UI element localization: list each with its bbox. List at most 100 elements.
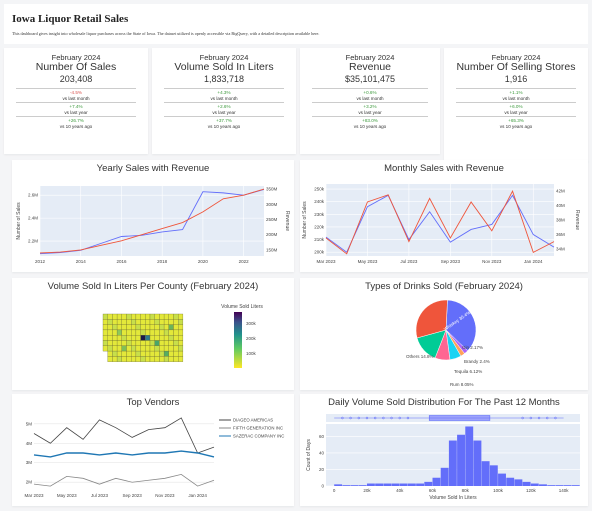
county-cell <box>168 329 174 336</box>
kpi-title: Revenue <box>348 61 392 73</box>
county-cell <box>107 345 113 352</box>
legend-label: SAZERAC COMPANY INC <box>233 434 284 439</box>
daily-chart-card: Daily Volume Sold Distribution For The P… <box>300 394 588 506</box>
county-cell <box>126 335 132 341</box>
x-tick-label: 40k <box>396 488 404 493</box>
colorbar-tick-label: 300k <box>246 321 257 326</box>
county-cell <box>126 345 132 352</box>
x-tick-label: 20k <box>363 488 371 493</box>
county-cell <box>107 319 113 325</box>
legend-label: FIFTH GENERATION INC <box>233 426 283 431</box>
pie-label: Tequila 6.12% <box>454 369 482 374</box>
county-cell <box>121 335 127 341</box>
county-cell <box>135 356 141 362</box>
histogram-bar <box>473 440 482 486</box>
kpi-value: 1,833,718 <box>203 74 245 84</box>
county-cell <box>178 340 184 346</box>
county-cell <box>112 329 118 336</box>
kpi-compare-label: vs 10 years ago <box>59 124 93 129</box>
county-cell <box>154 345 160 352</box>
y-tick-label: 5M <box>26 421 33 426</box>
kpi-row: +2.6% vs last year <box>164 102 284 116</box>
county-cell <box>149 340 155 346</box>
monthly-chart: 200k 210k 220k 230k 240k 250k 34M 36M 38M 40M 42M M… <box>302 184 580 264</box>
histogram-bar <box>366 483 375 486</box>
county-cell <box>159 329 165 336</box>
kpi-row: +65.3% vs 10 years ago <box>456 116 576 130</box>
dashboard: Iowa Liquor Retail Sales This dashboard … <box>4 4 588 507</box>
county-cell <box>121 329 127 336</box>
county-cell <box>178 356 184 362</box>
kpi-row: +3.2% vs last year <box>312 102 428 116</box>
county-cell <box>140 350 146 357</box>
county-cell <box>163 340 169 346</box>
county-cell <box>116 329 122 336</box>
y-tick-label: 0 <box>321 484 324 489</box>
county-cell <box>102 313 108 320</box>
kpi-card-revenue: February 2024 Revenue $35,101,475 +0.6% v… <box>300 48 440 154</box>
county-cell <box>116 324 122 331</box>
county-cell <box>107 313 113 320</box>
county-cell <box>126 324 132 331</box>
header: Iowa Liquor Retail Sales This dashboard … <box>4 4 588 44</box>
county-cell <box>149 324 155 331</box>
county-cell <box>112 313 118 320</box>
y-tick-label: 230k <box>314 212 325 217</box>
county-cell <box>116 335 122 341</box>
county-cell <box>121 340 127 346</box>
monthly-chart-card: Monthly Sales with Revenue 200k 210k 220k 2… <box>300 160 588 272</box>
county-cell <box>107 324 113 331</box>
county-cell <box>131 313 137 320</box>
kpi-row: +4.3% vs last month <box>164 88 284 102</box>
histogram-bar <box>375 483 384 486</box>
kpi-row: +6.0% vs last year <box>456 102 576 116</box>
county-cell <box>145 340 151 346</box>
county-cell <box>116 356 122 362</box>
x-tick-label: Jan 2024 <box>524 259 543 264</box>
series-line <box>33 417 215 454</box>
county-cell <box>163 356 169 362</box>
county-cell <box>173 329 179 336</box>
y-tick-label: 4M <box>26 441 33 446</box>
county-cell <box>168 313 174 320</box>
kpi-card-sales: February 2024 Number Of Sales 203,408 -4… <box>4 48 148 154</box>
y-tick-label: 2.2M <box>28 239 38 244</box>
colorbar-tick-label: 100k <box>246 351 257 356</box>
histogram-bar <box>498 473 506 486</box>
county-cell <box>121 350 127 357</box>
y2-tick-label: 36M <box>556 232 565 237</box>
kpi-row: +26.7% vs 10 years ago <box>16 116 136 130</box>
county-cell <box>145 350 151 357</box>
county-cell <box>140 313 146 320</box>
county-cell <box>145 313 151 320</box>
kpi-value: $35,101,475 <box>344 74 396 84</box>
county-cell <box>173 324 179 331</box>
x-tick-label: Nov 2023 <box>482 259 502 264</box>
county-cell <box>140 329 146 336</box>
page-description: This dashboard gives insight into wholes… <box>12 31 320 36</box>
x-tick-label: Sep 2023 <box>441 259 461 264</box>
x-tick-label: May 2023 <box>358 259 378 264</box>
county-cell <box>159 319 165 325</box>
county-cell <box>107 340 113 346</box>
county-cell <box>135 335 141 341</box>
y-tick-label: 3M <box>26 460 33 465</box>
county-cell <box>159 324 165 331</box>
county-cell <box>131 356 137 362</box>
county-cell <box>121 319 127 325</box>
county-cell <box>149 335 155 341</box>
county-cell <box>126 356 132 362</box>
y2-axis-label: Revenue <box>574 210 580 230</box>
histogram-bar <box>539 484 547 486</box>
county-cell <box>159 340 165 346</box>
colorbar-tick-label: 200k <box>246 336 257 341</box>
county-cell <box>140 319 146 325</box>
x-tick-label: Nov 2023 <box>155 493 175 498</box>
histogram-bar <box>530 483 539 486</box>
vendors-chart-card: Top Vendors 2M 3M 4M 5M Mar 2023 May 2023 Jul … <box>12 394 294 506</box>
histogram-bar <box>383 483 392 486</box>
histogram-bar <box>358 485 367 486</box>
county-cell <box>178 350 184 357</box>
county-cell <box>178 319 184 325</box>
county-cell <box>102 319 108 325</box>
